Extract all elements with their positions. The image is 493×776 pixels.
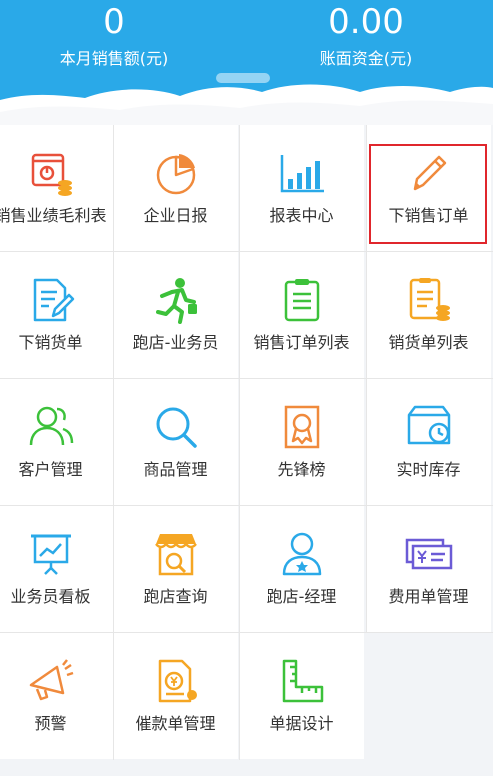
grid-item-place-delivery-note[interactable]: 下销货单 [0, 252, 113, 378]
award-ribbon-icon [278, 403, 326, 451]
monthly-sales-value: 0 [103, 2, 125, 42]
users-icon [27, 403, 75, 451]
grid-item-report-center[interactable]: 报表中心 [239, 125, 364, 251]
grid-item-sales-order-list[interactable]: 销售订单列表 [239, 252, 364, 378]
clipboard-list-icon [278, 276, 326, 324]
grid-divider [113, 125, 114, 760]
grid-item-place-sales-order[interactable]: 下销售订单 [366, 125, 491, 251]
pie-chart-icon [152, 149, 200, 197]
grid-item-customer-management[interactable]: 客户管理 [0, 379, 113, 505]
grid-item-label: 下销售订单 [388, 206, 469, 225]
grid-item-payment-reminder-management[interactable]: 催款单管理 [113, 633, 238, 759]
sales-profit-report-icon [27, 149, 75, 197]
grid-item-leaderboard[interactable]: 先锋榜 [239, 379, 364, 505]
grid-divider [0, 378, 493, 379]
grid-item-sales-profit-report[interactable]: 销售业绩毛利表 [0, 125, 113, 251]
summary-header: 0 本月销售额(元) 0.00 账面资金(元) [0, 0, 493, 125]
grid-item-realtime-inventory[interactable]: 实时库存 [366, 379, 491, 505]
grid-item-store-visit-query[interactable]: 跑店查询 [113, 506, 238, 632]
grid-item-store-visit-salesman[interactable]: 跑店-业务员 [113, 252, 238, 378]
grid-item-daily-report[interactable]: 企业日报 [113, 125, 238, 251]
monthly-sales-stat: 0 本月销售额(元) [0, 0, 234, 70]
presentation-board-icon [27, 530, 75, 578]
grid-item-label: 实时库存 [396, 460, 461, 479]
document-edit-icon [27, 276, 75, 324]
monthly-sales-label: 本月销售额(元) [59, 49, 169, 68]
function-grid: 销售业绩毛利表 企业日报 报表中心 下销售订单 下销货单 跑店-业务员 销售订单… [0, 125, 493, 760]
grid-item-expense-bill-management[interactable]: 费用单管理 [366, 506, 491, 632]
store-search-icon [152, 530, 200, 578]
grid-item-alert[interactable]: 预警 [0, 633, 113, 759]
grid-item-product-management[interactable]: 商品管理 [113, 379, 238, 505]
grid-item-label: 单据设计 [269, 714, 334, 733]
expense-bill-icon [405, 530, 453, 578]
manager-user-icon [278, 530, 326, 578]
grid-item-label: 费用单管理 [388, 587, 469, 606]
book-funds-stat: 0.00 账面资金(元) [246, 0, 486, 70]
ruler-icon [278, 657, 326, 705]
bar-chart-icon [278, 149, 326, 197]
grid-item-delivery-note-list[interactable]: 销货单列表 [366, 252, 491, 378]
grid-item-label: 销货单列表 [388, 333, 469, 352]
grid-divider [0, 632, 493, 633]
megaphone-icon [27, 657, 75, 705]
grid-divider [239, 125, 240, 760]
running-man-icon [152, 276, 200, 324]
book-funds-value: 0.00 [328, 2, 404, 42]
grid-item-store-visit-manager[interactable]: 跑店-经理 [239, 506, 364, 632]
grid-divider [366, 125, 367, 633]
inventory-clock-icon [405, 403, 453, 451]
payment-reminder-icon [152, 657, 200, 705]
grid-divider [0, 251, 493, 252]
search-icon [152, 403, 200, 451]
grid-item-salesman-dashboard[interactable]: 业务员看板 [0, 506, 113, 632]
book-funds-label: 账面资金(元) [319, 49, 413, 68]
grid-item-document-design[interactable]: 单据设计 [239, 633, 364, 759]
list-coins-icon [405, 276, 453, 324]
grid-divider [0, 505, 493, 506]
pencil-icon [405, 149, 453, 197]
